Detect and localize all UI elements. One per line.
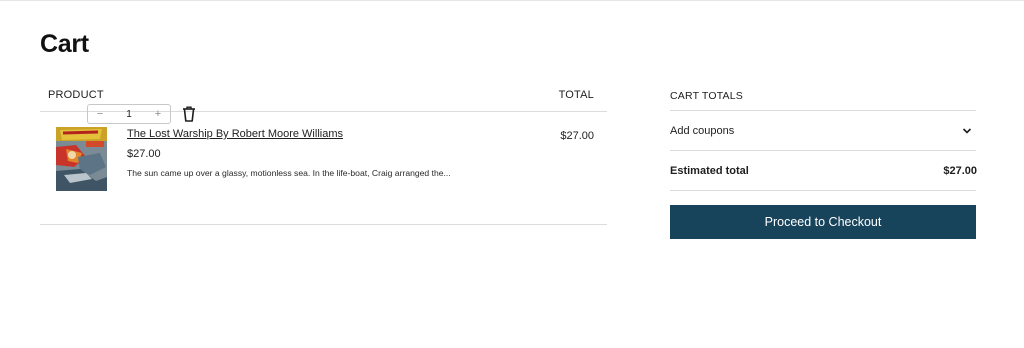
quantity-input[interactable]: 1 (112, 109, 146, 120)
estimated-total-value: $27.00 (943, 165, 977, 177)
quantity-stepper: − 1 + (87, 104, 171, 124)
page-title: Cart (40, 30, 89, 58)
column-header-total: TOTAL (558, 89, 594, 101)
cart-totals-panel: CART TOTALS Add coupons Estimated total … (670, 84, 977, 239)
product-description: The sun came up over a glassy, motionles… (127, 168, 451, 178)
cart-totals-title: CART TOTALS (670, 90, 744, 102)
proceed-to-checkout-button[interactable]: Proceed to Checkout (670, 205, 976, 239)
chevron-down-icon (962, 128, 972, 134)
top-divider (0, 0, 1024, 1)
quantity-increment-button[interactable]: + (146, 105, 170, 123)
estimated-total-label: Estimated total (670, 165, 749, 177)
trash-icon[interactable] (182, 106, 196, 122)
quantity-decrement-button[interactable]: − (88, 105, 112, 123)
product-name-link[interactable]: The Lost Warship By Robert Moore William… (127, 128, 343, 140)
line-total: $27.00 (560, 130, 594, 142)
book-cover-image (56, 127, 107, 191)
table-row: The Lost Warship By Robert Moore William… (40, 112, 607, 225)
product-thumbnail[interactable] (56, 127, 107, 191)
product-price: $27.00 (127, 148, 161, 160)
column-header-product: PRODUCT (48, 89, 104, 101)
estimated-total-row: Estimated total $27.00 (670, 151, 977, 191)
cart-totals-header: CART TOTALS (670, 84, 976, 111)
add-coupons-label: Add coupons (670, 125, 735, 137)
add-coupons-toggle[interactable]: Add coupons (670, 111, 976, 151)
